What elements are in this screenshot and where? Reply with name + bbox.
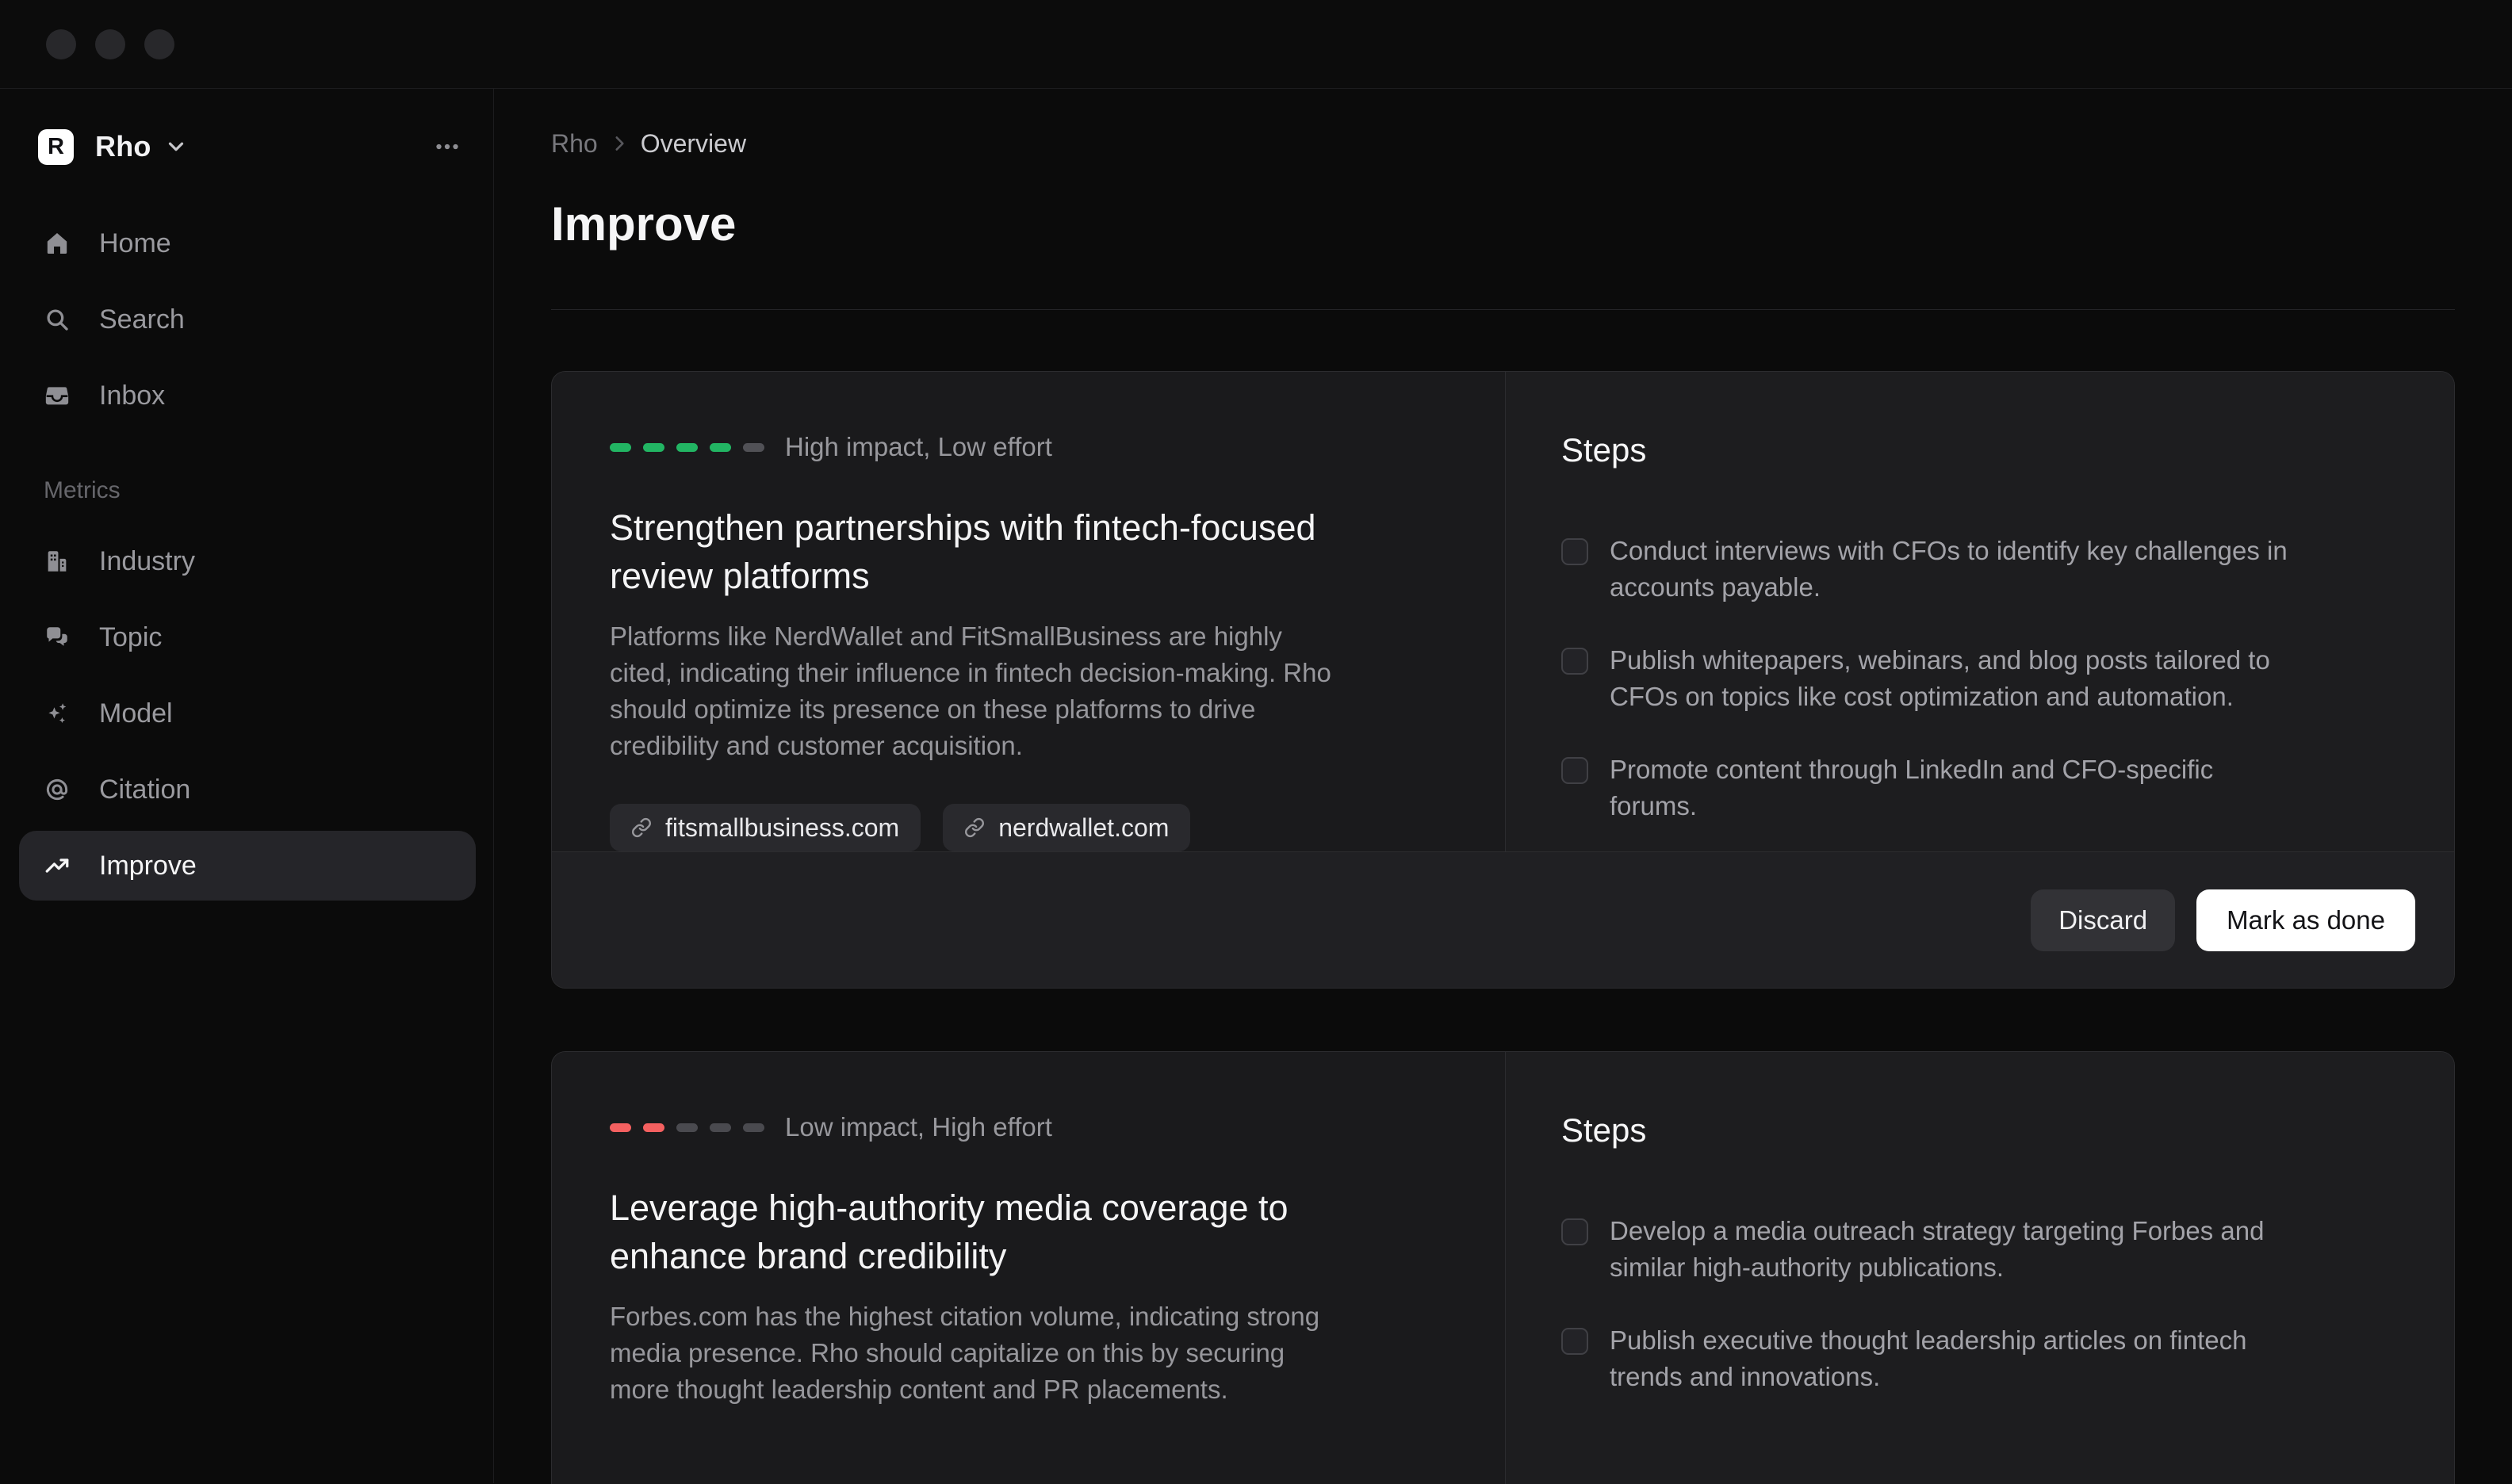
recommendation-description: Forbes.com has the highest citation volu… bbox=[610, 1298, 1457, 1408]
step-label: Promote content through LinkedIn and CFO… bbox=[1610, 752, 2213, 824]
step-item: Publish executive thought leadership art… bbox=[1561, 1322, 2407, 1395]
sidebar-item-label: Topic bbox=[99, 622, 162, 653]
impact-meter bbox=[610, 443, 764, 452]
window-close-button[interactable] bbox=[46, 29, 76, 59]
sidebar-item-improve[interactable]: Improve bbox=[19, 831, 476, 901]
steps-panel: Steps Develop a media outreach strategy … bbox=[1506, 1052, 2454, 1484]
steps-heading: Steps bbox=[1561, 1110, 2407, 1151]
sidebar-item-industry[interactable]: Industry bbox=[0, 523, 493, 599]
breadcrumb: Rho Overview bbox=[551, 128, 2455, 159]
link-chip[interactable]: fitsmallbusiness.com bbox=[610, 804, 921, 851]
main-content: Rho Overview Improve High impact, Low ef… bbox=[494, 89, 2512, 1483]
search-icon bbox=[44, 306, 71, 333]
impact-dash bbox=[610, 443, 631, 452]
industry-icon bbox=[44, 548, 71, 575]
impact-label: Low impact, High effort bbox=[785, 1112, 1052, 1142]
link-icon bbox=[964, 817, 985, 838]
sidebar-item-model[interactable]: Model bbox=[0, 675, 493, 752]
step-checkbox[interactable] bbox=[1561, 757, 1588, 784]
step-item: Develop a media outreach strategy target… bbox=[1561, 1213, 2407, 1286]
breadcrumb-current: Overview bbox=[641, 129, 746, 159]
discard-button[interactable]: Discard bbox=[2031, 889, 2175, 951]
chevron-down-icon bbox=[164, 135, 188, 159]
impact-dash bbox=[643, 443, 664, 452]
recommendation-card: High impact, Low effort Strengthen partn… bbox=[551, 371, 2455, 989]
step-label: Publish whitepapers, webinars, and blog … bbox=[1610, 642, 2270, 715]
sidebar-item-label: Inbox bbox=[99, 381, 165, 411]
sidebar-section-metrics: Metrics bbox=[44, 477, 493, 504]
step-checkbox[interactable] bbox=[1561, 1328, 1588, 1355]
improve-icon bbox=[44, 852, 71, 879]
steps-panel: Steps Conduct interviews with CFOs to id… bbox=[1506, 372, 2454, 851]
impact-dash bbox=[610, 1123, 631, 1132]
chevron-right-icon bbox=[609, 133, 630, 154]
link-chip-label: nerdwallet.com bbox=[998, 813, 1169, 843]
source-links: fitsmallbusiness.com nerdwallet.com bbox=[610, 804, 1457, 851]
sidebar-item-topic[interactable]: Topic bbox=[0, 599, 493, 675]
sidebar-item-label: Home bbox=[99, 228, 171, 259]
impact-indicator: Low impact, High effort bbox=[610, 1110, 1457, 1145]
sidebar-item-home[interactable]: Home bbox=[0, 205, 493, 281]
link-icon bbox=[631, 817, 652, 838]
ellipsis-icon[interactable] bbox=[433, 132, 461, 161]
impact-dash bbox=[743, 443, 764, 452]
inbox-icon bbox=[44, 382, 71, 409]
step-item: Publish whitepapers, webinars, and blog … bbox=[1561, 642, 2407, 715]
impact-dash bbox=[676, 443, 698, 452]
workspace-name: Rho bbox=[95, 130, 151, 163]
sidebar-item-search[interactable]: Search bbox=[0, 281, 493, 358]
card-actions: Discard Mark as done bbox=[552, 851, 2454, 988]
page-title: Improve bbox=[551, 196, 2455, 253]
recommendation-summary-panel: Low impact, High effort Leverage high-au… bbox=[552, 1052, 1506, 1484]
impact-dash bbox=[643, 1123, 664, 1132]
impact-dash bbox=[676, 1123, 698, 1132]
sidebar: R Rho Home Search bbox=[0, 89, 494, 1483]
step-label: Conduct interviews with CFOs to identify… bbox=[1610, 533, 2288, 606]
recommendation-description: Platforms like NerdWallet and FitSmallBu… bbox=[610, 618, 1457, 764]
steps-list: Conduct interviews with CFOs to identify… bbox=[1561, 533, 2407, 824]
impact-dash bbox=[710, 443, 731, 452]
mark-as-done-button[interactable]: Mark as done bbox=[2196, 889, 2415, 951]
impact-meter bbox=[610, 1123, 764, 1132]
sidebar-item-label: Industry bbox=[99, 546, 195, 577]
sidebar-item-label: Search bbox=[99, 304, 185, 335]
recommendation-card: Low impact, High effort Leverage high-au… bbox=[551, 1051, 2455, 1484]
sidebar-primary-nav: Home Search Inbox bbox=[0, 205, 493, 434]
sidebar-item-label: Citation bbox=[99, 775, 190, 805]
model-icon bbox=[44, 700, 71, 727]
step-checkbox[interactable] bbox=[1561, 1218, 1588, 1245]
window-titlebar bbox=[0, 0, 2512, 89]
step-label: Develop a media outreach strategy target… bbox=[1610, 1213, 2264, 1286]
breadcrumb-root[interactable]: Rho bbox=[551, 129, 598, 159]
steps-list: Develop a media outreach strategy target… bbox=[1561, 1213, 2407, 1395]
impact-indicator: High impact, Low effort bbox=[610, 430, 1457, 465]
step-item: Promote content through LinkedIn and CFO… bbox=[1561, 752, 2407, 824]
window-minimize-button[interactable] bbox=[95, 29, 125, 59]
impact-label: High impact, Low effort bbox=[785, 432, 1052, 462]
sidebar-metrics-nav: Industry Topic Model Citation bbox=[0, 523, 493, 901]
step-label: Publish executive thought leadership art… bbox=[1610, 1322, 2247, 1395]
sidebar-item-label: Model bbox=[99, 698, 173, 729]
impact-dash bbox=[743, 1123, 764, 1132]
steps-heading: Steps bbox=[1561, 430, 2407, 471]
page-divider bbox=[551, 309, 2455, 310]
workspace-logo: R bbox=[38, 129, 74, 165]
sidebar-item-inbox[interactable]: Inbox bbox=[0, 358, 493, 434]
recommendation-summary-panel: High impact, Low effort Strengthen partn… bbox=[552, 372, 1506, 851]
window-zoom-button[interactable] bbox=[144, 29, 174, 59]
impact-dash bbox=[710, 1123, 731, 1132]
step-item: Conduct interviews with CFOs to identify… bbox=[1561, 533, 2407, 606]
sidebar-item-citation[interactable]: Citation bbox=[0, 752, 493, 828]
link-chip[interactable]: nerdwallet.com bbox=[943, 804, 1190, 851]
link-chip-label: fitsmallbusiness.com bbox=[665, 813, 899, 843]
step-checkbox[interactable] bbox=[1561, 648, 1588, 675]
sidebar-item-label: Improve bbox=[99, 851, 197, 882]
step-checkbox[interactable] bbox=[1561, 538, 1588, 565]
topic-icon bbox=[44, 624, 71, 651]
home-icon bbox=[44, 230, 71, 257]
citation-icon bbox=[44, 776, 71, 803]
recommendation-title: Strengthen partnerships with fintech-foc… bbox=[610, 503, 1403, 600]
recommendation-title: Leverage high-authority media coverage t… bbox=[610, 1184, 1403, 1280]
workspace-switcher[interactable]: R Rho bbox=[38, 128, 461, 165]
